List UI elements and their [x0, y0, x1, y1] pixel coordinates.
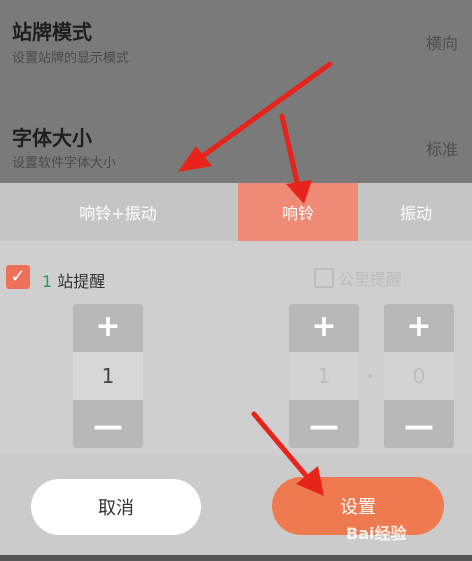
setting-value: 标准	[425, 140, 458, 159]
setting-title: 字体大小	[12, 126, 92, 150]
station-reminder-checkbox[interactable]: ✓	[6, 265, 30, 289]
km-decimal-stepper: + 0 —	[384, 304, 454, 448]
watermark: Bai经验	[346, 524, 407, 543]
station-reminder-text: 站提醒	[57, 272, 106, 291]
km-reminder-label: 公里提醒	[338, 270, 403, 289]
station-count: 1	[42, 272, 53, 291]
setting-font-size[interactable]: 字体大小 设置软件字体大小 标准	[0, 104, 472, 184]
km-decimal-decrement-button[interactable]: —	[384, 404, 454, 448]
station-decrement-button[interactable]: —	[73, 404, 143, 448]
cancel-button[interactable]: 取消	[31, 479, 201, 535]
setting-subtitle: 设置软件字体大小	[12, 156, 117, 171]
setting-subtitle: 设置站牌的显示模式	[12, 51, 130, 66]
km-integer-decrement-button[interactable]: —	[289, 404, 359, 448]
km-decimal-value[interactable]: 0	[384, 352, 454, 400]
setting-value: 横向	[425, 34, 458, 53]
km-integer-increment-button[interactable]: +	[289, 304, 359, 348]
station-increment-button[interactable]: +	[73, 304, 143, 348]
station-stepper: + 1 —	[73, 304, 143, 448]
decimal-point	[368, 374, 372, 378]
setting-title: 站牌模式	[12, 20, 92, 44]
km-integer-stepper: + 1 —	[289, 304, 359, 448]
tab-ring[interactable]: 响铃	[238, 183, 358, 241]
km-integer-value[interactable]: 1	[289, 352, 359, 400]
station-value[interactable]: 1	[73, 352, 143, 400]
km-decimal-increment-button[interactable]: +	[384, 304, 454, 348]
station-reminder-label: 1 站提醒	[42, 268, 105, 292]
tab-ring-vibrate[interactable]: 响铃+振动	[0, 183, 236, 241]
km-reminder-checkbox[interactable]	[314, 268, 334, 288]
reminder-mode-tabs: 响铃+振动 响铃 振动	[0, 183, 472, 241]
setting-station-mode[interactable]: 站牌模式 设置站牌的显示模式 横向	[0, 0, 472, 80]
tab-vibrate[interactable]: 振动	[360, 183, 472, 241]
bottom-bar	[0, 555, 472, 561]
